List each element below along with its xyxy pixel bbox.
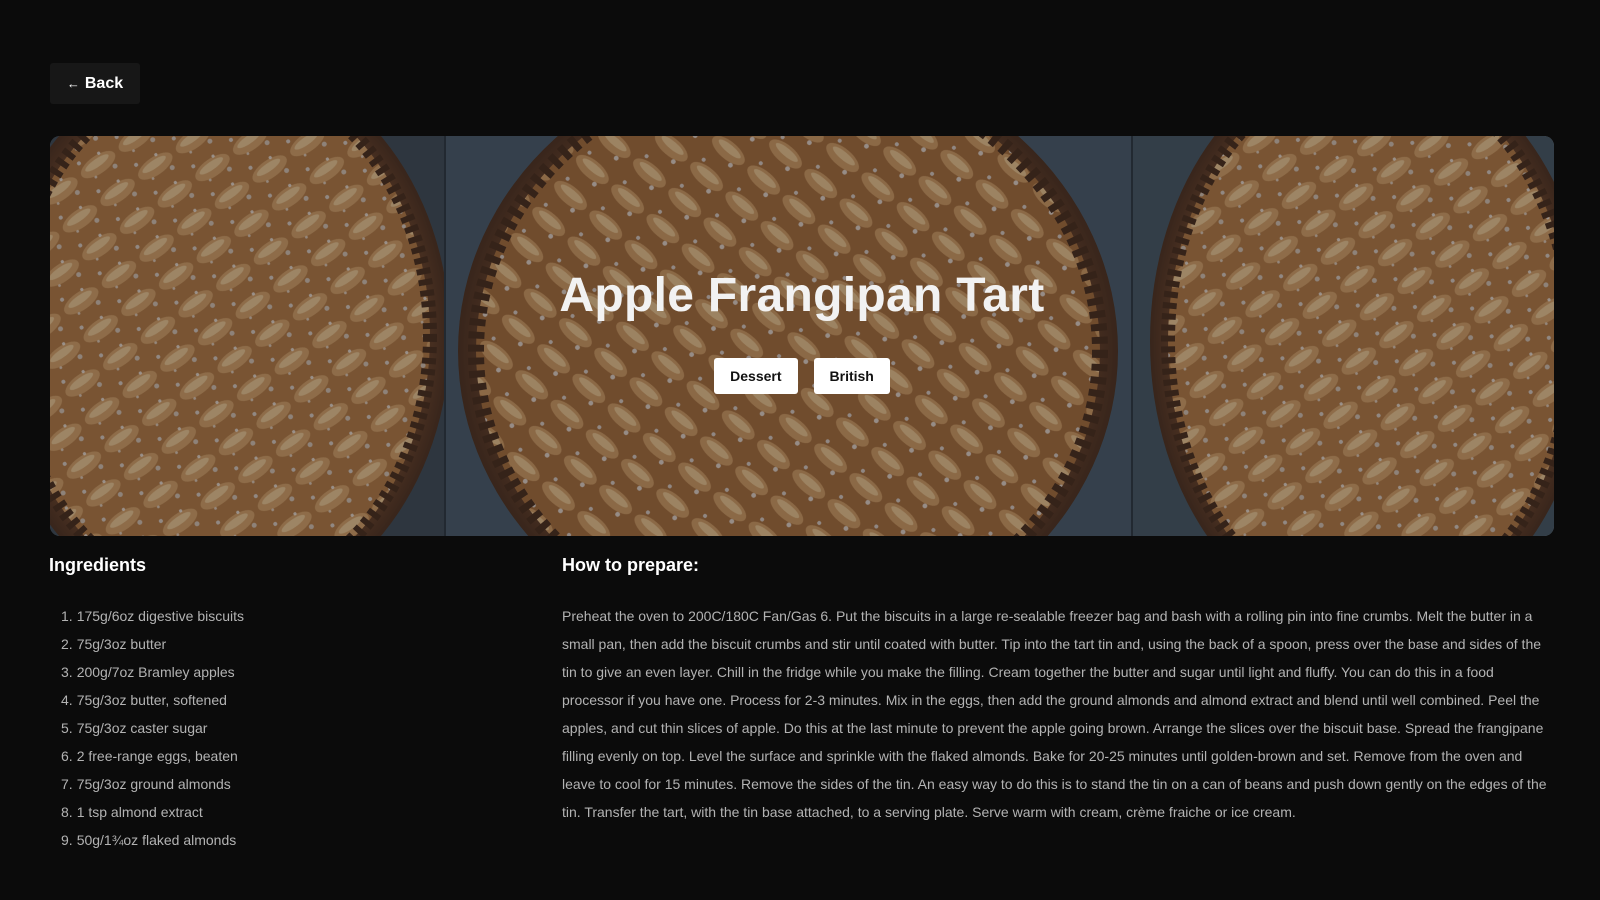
hero-dim-overlay bbox=[50, 136, 1554, 536]
ingredient-text: 200g/7oz Bramley apples bbox=[76, 664, 235, 680]
list-number: 4. bbox=[61, 692, 73, 708]
preparation-section: How to prepare: Preheat the oven to 200C… bbox=[562, 554, 1552, 826]
list-item: 8. 1 tsp almond extract bbox=[49, 798, 489, 826]
preparation-heading: How to prepare: bbox=[562, 555, 700, 575]
back-arrow-icon: ← bbox=[66, 76, 80, 91]
back-button[interactable]: ← Back bbox=[50, 63, 140, 104]
ingredient-text: 1 tsp almond extract bbox=[76, 804, 203, 820]
list-number: 7. bbox=[61, 776, 73, 792]
ingredients-section: Ingredients 1. 175g/6oz digestive biscuit… bbox=[49, 554, 489, 854]
list-number: 8. bbox=[61, 804, 73, 820]
list-item: 6. 2 free-range eggs, beaten bbox=[49, 742, 489, 770]
list-item: 5. 75g/3oz caster sugar bbox=[49, 714, 489, 742]
list-item: 9. 50g/1¾oz flaked almonds bbox=[49, 826, 489, 854]
ingredient-text: 175g/6oz digestive biscuits bbox=[76, 608, 245, 624]
list-item: 4. 75g/3oz butter, softened bbox=[49, 686, 489, 714]
ingredient-text: 75g/3oz butter bbox=[76, 636, 167, 652]
ingredient-text: 50g/1¾oz flaked almonds bbox=[76, 832, 237, 848]
tag-dessert[interactable]: Dessert bbox=[714, 358, 798, 394]
ingredient-text: 75g/3oz caster sugar bbox=[76, 720, 208, 736]
list-number: 1. bbox=[61, 608, 73, 624]
ingredients-heading: Ingredients bbox=[49, 555, 147, 575]
ingredient-text: 75g/3oz ground almonds bbox=[76, 776, 231, 792]
list-number: 5. bbox=[61, 720, 73, 736]
ingredient-text: 75g/3oz butter, softened bbox=[76, 692, 227, 708]
recipe-title: Apple Frangipan Tart bbox=[559, 269, 1045, 322]
back-button-label: Back bbox=[84, 74, 124, 92]
list-item: 2. 75g/3oz butter bbox=[49, 630, 489, 658]
ingredient-list: 1. 175g/6oz digestive biscuits 2. 75g/3oz … bbox=[49, 602, 489, 854]
list-item: 7. 75g/3oz ground almonds bbox=[49, 770, 489, 798]
tag-british[interactable]: British bbox=[813, 358, 890, 394]
hero-banner: Apple Frangipan Tart Dessert British bbox=[50, 136, 1554, 536]
list-item: 1. 175g/6oz digestive biscuits bbox=[49, 602, 489, 630]
list-number: 3. bbox=[61, 664, 73, 680]
list-number: 6. bbox=[61, 748, 73, 764]
list-number: 9. bbox=[61, 832, 73, 848]
list-number: 2. bbox=[61, 636, 73, 652]
ingredient-text: 2 free-range eggs, beaten bbox=[76, 748, 238, 764]
list-item: 3. 200g/7oz Bramley apples bbox=[49, 658, 489, 686]
recipe-tags: Dessert British bbox=[50, 358, 1554, 394]
preparation-text: Preheat the oven to 200C/180C Fan/Gas 6.… bbox=[562, 608, 1547, 820]
